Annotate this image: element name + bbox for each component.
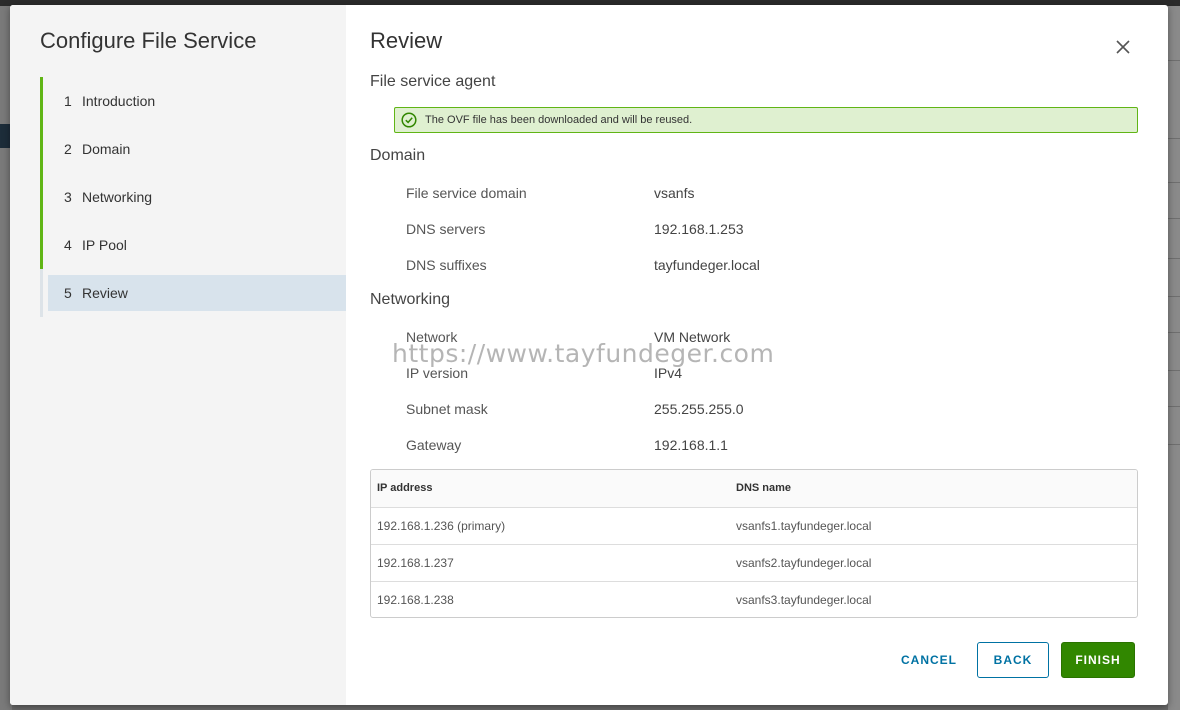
wizard-title: Configure File Service bbox=[40, 28, 257, 53]
step-progress-bar bbox=[40, 77, 43, 125]
step-label: Review bbox=[82, 285, 128, 301]
configure-file-service-dialog: Configure File Service 1 Introduction 2 … bbox=[10, 5, 1168, 705]
field-subnet-mask: Subnet mask 255.255.255.0 bbox=[406, 401, 1126, 421]
field-value: 255.255.255.0 bbox=[654, 401, 744, 417]
field-file-service-domain: File service domain vsanfs bbox=[406, 185, 1126, 205]
field-label: DNS suffixes bbox=[406, 257, 487, 273]
table-row: 192.168.1.236 (primary) vsanfs1.tayfunde… bbox=[371, 507, 1137, 544]
wizard-steps: 1 Introduction 2 Domain 3 Networking 4 I… bbox=[40, 77, 346, 317]
cancel-button[interactable]: CANCEL bbox=[886, 642, 972, 678]
dns-name-cell: vsanfs3.tayfundeger.local bbox=[736, 593, 872, 607]
table-row: 192.168.1.237 vsanfs2.tayfundeger.local bbox=[371, 544, 1137, 581]
step-number: 2 bbox=[64, 141, 72, 157]
table-header-row: IP address DNS name bbox=[371, 470, 1137, 507]
field-label: DNS servers bbox=[406, 221, 486, 237]
back-button[interactable]: BACK bbox=[977, 642, 1049, 678]
step-ip-pool[interactable]: 4 IP Pool bbox=[40, 221, 346, 269]
watermark: https://www.tayfundeger.com bbox=[392, 339, 775, 368]
ip-pool-table: IP address DNS name 192.168.1.236 (prima… bbox=[370, 469, 1138, 618]
close-icon bbox=[1116, 40, 1130, 54]
step-label: IP Pool bbox=[82, 237, 127, 253]
success-alert: The OVF file has been downloaded and wil… bbox=[394, 107, 1138, 133]
field-gateway: Gateway 192.168.1.1 bbox=[406, 437, 1126, 457]
field-label: File service domain bbox=[406, 185, 527, 201]
ip-address-cell: 192.168.1.238 bbox=[377, 593, 454, 607]
step-domain[interactable]: 2 Domain bbox=[40, 125, 346, 173]
step-progress-bar bbox=[40, 173, 43, 221]
step-progress-bar bbox=[40, 221, 43, 269]
page-title: Review bbox=[370, 28, 443, 53]
field-dns-servers: DNS servers 192.168.1.253 bbox=[406, 221, 1126, 241]
step-number: 4 bbox=[64, 237, 72, 253]
dns-name-cell: vsanfs1.tayfundeger.local bbox=[736, 519, 872, 533]
step-introduction[interactable]: 1 Introduction bbox=[40, 77, 346, 125]
table-row: 192.168.1.238 vsanfs3.tayfundeger.local bbox=[371, 581, 1137, 617]
step-number: 5 bbox=[64, 285, 72, 301]
ip-address-cell: 192.168.1.236 (primary) bbox=[377, 519, 506, 533]
step-label: Introduction bbox=[82, 93, 156, 109]
section-domain: Domain bbox=[370, 147, 426, 164]
step-progress-bar bbox=[40, 269, 43, 317]
field-value: tayfundeger.local bbox=[654, 257, 760, 273]
check-circle-icon bbox=[401, 112, 417, 128]
field-label: Gateway bbox=[406, 437, 462, 453]
field-dns-suffixes: DNS suffixes tayfundeger.local bbox=[406, 257, 1126, 277]
wizard-content-pane: Review File service agent The OVF file h… bbox=[346, 5, 1168, 705]
section-networking: Networking bbox=[370, 291, 451, 308]
step-label: Domain bbox=[82, 141, 131, 157]
wizard-nav-pane: Configure File Service 1 Introduction 2 … bbox=[10, 5, 346, 705]
field-ip-version: IP version IPv4 bbox=[406, 365, 1126, 385]
finish-button[interactable]: FINISH bbox=[1061, 642, 1135, 678]
field-value: vsanfs bbox=[654, 185, 695, 201]
field-value: 192.168.1.1 bbox=[654, 437, 728, 453]
close-button[interactable] bbox=[1114, 38, 1132, 56]
section-file-service-agent: File service agent bbox=[370, 73, 496, 90]
step-number: 1 bbox=[64, 93, 72, 109]
background-app-right-edge bbox=[1168, 6, 1180, 710]
ip-address-cell: 192.168.1.237 bbox=[377, 556, 454, 570]
dns-name-cell: vsanfs2.tayfundeger.local bbox=[736, 556, 872, 570]
field-value: 192.168.1.253 bbox=[654, 221, 744, 237]
field-label: Subnet mask bbox=[406, 401, 488, 417]
column-header-ip-address[interactable]: IP address bbox=[377, 470, 432, 507]
step-progress-bar bbox=[40, 125, 43, 173]
step-number: 3 bbox=[64, 189, 72, 205]
alert-text: The OVF file has been downloaded and wil… bbox=[425, 114, 693, 126]
step-networking[interactable]: 3 Networking bbox=[40, 173, 346, 221]
step-label: Networking bbox=[82, 189, 153, 205]
step-review[interactable]: 5 Review bbox=[40, 269, 346, 317]
column-header-dns-name[interactable]: DNS name bbox=[736, 470, 791, 507]
